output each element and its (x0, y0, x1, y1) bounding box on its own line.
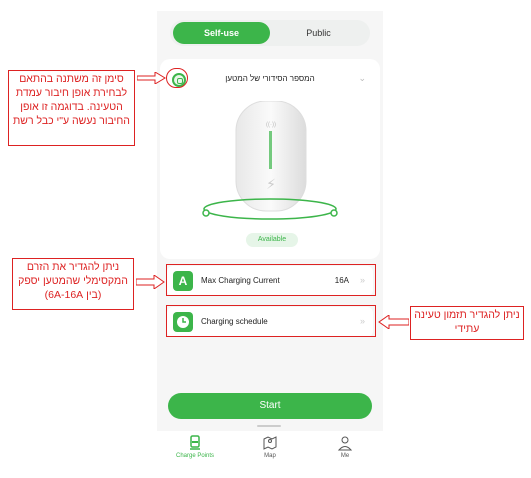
charger-card: המספר הסידורי של המטען ⌄ ((·)) ⚡ Availab… (160, 59, 380, 259)
tab-bar: Charge Points Map Me (157, 431, 383, 473)
person-icon (337, 436, 353, 451)
charger-icon (190, 435, 200, 450)
charger-base-ring (202, 198, 338, 220)
annotation-schedule-note: ניתן להגדיר תזמון טעינה עתידי (410, 306, 524, 340)
chevron-down-icon[interactable]: ⌄ (358, 73, 366, 84)
device-serial-title: המספר הסידורי של המטען (225, 74, 315, 83)
tab-label: Charge Points (175, 453, 215, 459)
public-tab[interactable]: Public (270, 22, 367, 44)
tab-me[interactable]: Me (315, 435, 375, 459)
highlight-box (166, 264, 376, 296)
highlight-box (166, 68, 188, 88)
device-selector[interactable]: המספר הסידורי של המטען ⌄ (160, 69, 380, 91)
arrow-icon (137, 72, 166, 84)
tab-charge-points[interactable]: Charge Points (165, 435, 225, 459)
annotation-icon-note: סימן זה משתנה בהתאם לבחירת אופן חיבור עמ… (8, 70, 135, 146)
svg-text:((·)): ((·)) (266, 122, 276, 128)
map-icon (263, 436, 277, 450)
start-button[interactable]: Start (168, 393, 372, 419)
self-use-tab[interactable]: Self-use (173, 22, 270, 44)
scroll-indicator (257, 425, 281, 427)
mode-switch: Self-use Public (170, 20, 370, 46)
status-badge: Available (246, 233, 298, 247)
tab-map[interactable]: Map (240, 435, 300, 459)
arrow-icon (378, 315, 409, 329)
tab-label: Me (340, 453, 350, 459)
app-screen: Self-use Public המספר הסידורי של המטען ⌄… (157, 11, 383, 473)
screen: { "segment": { "self_use": "Self-use", "… (0, 0, 531, 478)
annotation-current-note: ניתן להגדיר את הזרם המקסימלי שהמטען יספק… (12, 258, 134, 310)
tab-label: Map (264, 453, 276, 459)
highlight-box (166, 305, 376, 337)
arrow-icon (136, 275, 165, 289)
